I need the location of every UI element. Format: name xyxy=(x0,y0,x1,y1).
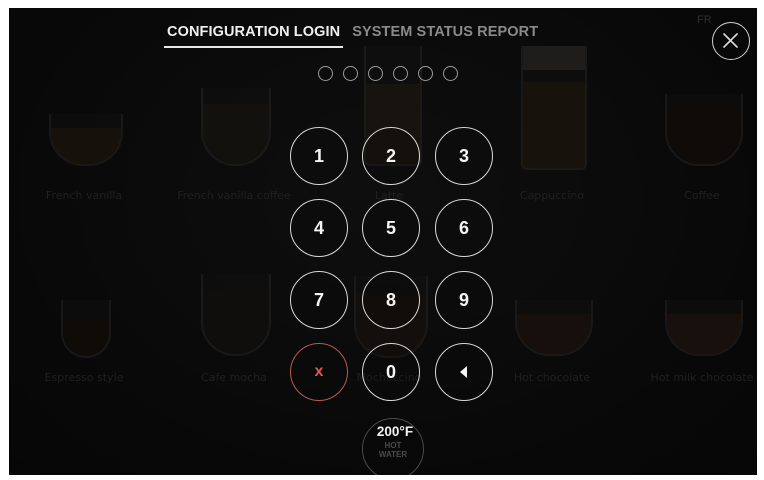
clear-button[interactable]: x xyxy=(290,343,348,401)
key-2[interactable]: 2 xyxy=(362,127,420,185)
key-1[interactable]: 1 xyxy=(290,127,348,185)
hot-water-label-line2: WATER xyxy=(378,450,408,459)
tab-configuration-login[interactable]: CONFIGURATION LOGIN xyxy=(164,24,344,48)
close-icon xyxy=(723,33,738,48)
pin-dot xyxy=(393,66,408,81)
pin-keypad: 1 2 3 4 5 6 7 8 9 x 0 xyxy=(290,127,504,401)
pin-dot xyxy=(443,66,458,81)
tab-system-status-report[interactable]: SYSTEM STATUS REPORT xyxy=(349,24,541,48)
tab-bar: CONFIGURATION LOGIN SYSTEM STATUS REPORT xyxy=(164,24,541,48)
pin-dot xyxy=(368,66,383,81)
close-button[interactable] xyxy=(712,22,750,60)
key-6[interactable]: 6 xyxy=(435,199,493,257)
kiosk-screen: French vanilla French vanilla coffee Lat… xyxy=(9,8,757,475)
language-indicator: FR xyxy=(697,14,712,26)
pin-dot xyxy=(318,66,333,81)
pin-dot xyxy=(418,66,433,81)
key-0[interactable]: 0 xyxy=(362,343,420,401)
key-9[interactable]: 9 xyxy=(435,271,493,329)
pin-indicator xyxy=(318,66,458,81)
pin-dot xyxy=(343,66,358,81)
key-4[interactable]: 4 xyxy=(290,199,348,257)
backspace-icon xyxy=(460,366,467,378)
backspace-button[interactable] xyxy=(435,343,493,401)
key-8[interactable]: 8 xyxy=(362,271,420,329)
key-3[interactable]: 3 xyxy=(435,127,493,185)
hot-water-label-line1: HOT xyxy=(384,441,402,450)
hot-water-label: HOT WATER xyxy=(363,441,423,459)
key-5[interactable]: 5 xyxy=(362,199,420,257)
key-7[interactable]: 7 xyxy=(290,271,348,329)
water-temperature: 200°F xyxy=(376,424,414,439)
